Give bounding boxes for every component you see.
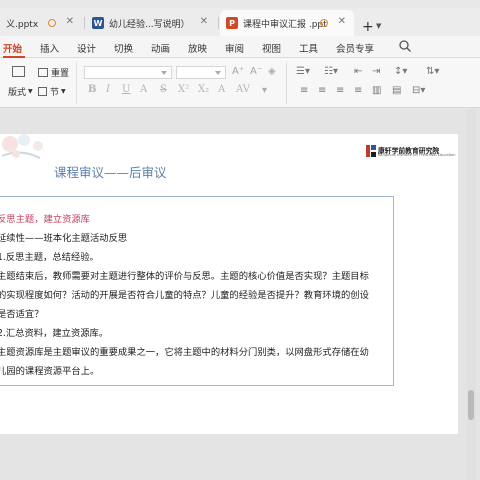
- heading-line: 反思主题，建立资源库: [0, 214, 90, 225]
- body-line: 2.汇总资料，建立资源库。: [0, 328, 109, 339]
- chevron-down-icon[interactable]: ▼: [376, 22, 381, 30]
- underline-icon[interactable]: U: [122, 84, 130, 95]
- body-line: 主题结束后，教师需要对主题进行整体的评价与反思。主题的核心价值是否实现？主题目标: [0, 271, 369, 282]
- ribbon-divider: [286, 62, 287, 104]
- document-tab-bar: 义.pptx ✕ W 幼儿经验...写说明） ✕ P 课程中审议汇报 .ppt …: [0, 8, 480, 36]
- tab-word-doc[interactable]: W 幼儿经验...写说明） ✕: [86, 10, 216, 36]
- reset-button[interactable]: 重置: [38, 66, 69, 79]
- tab-divider: [218, 17, 219, 29]
- close-tab-icon[interactable]: ✕: [338, 16, 346, 27]
- line-spacing-icon[interactable]: ↕▾: [394, 66, 407, 77]
- unsaved-dot-icon: [320, 19, 328, 27]
- chevron-down-icon: ▼: [28, 88, 33, 95]
- more-format-icon[interactable]: ▾: [262, 85, 267, 96]
- text-shadow-icon[interactable]: A: [218, 84, 225, 95]
- body-line: 儿园的课程资源平台上。: [0, 366, 100, 377]
- tab-label: 义.pptx: [6, 19, 39, 30]
- menu-member[interactable]: 会员专享: [336, 41, 374, 55]
- section-button[interactable]: 节 ▼: [38, 85, 66, 98]
- menu-insert[interactable]: 插入: [40, 41, 59, 55]
- bullet-list-icon[interactable]: ☰▾: [296, 66, 310, 77]
- columns-icon[interactable]: ▤: [392, 85, 401, 96]
- ribbon-divider: [76, 62, 77, 104]
- scrollbar-thumb[interactable]: [468, 390, 474, 420]
- increase-font-icon[interactable]: A⁺: [232, 66, 244, 77]
- tab-label: 课程中审议汇报 .ppt: [243, 19, 327, 30]
- vertical-align-icon[interactable]: ⊟▾: [412, 85, 425, 96]
- menu-slideshow[interactable]: 放映: [188, 41, 207, 55]
- align-left-icon[interactable]: ≡: [300, 85, 308, 96]
- layout-button[interactable]: 版式 ▼: [8, 85, 33, 98]
- reset-icon: [38, 68, 48, 77]
- layout-label: 版式: [8, 88, 27, 98]
- search-icon[interactable]: [398, 39, 412, 53]
- section-icon: [38, 87, 47, 96]
- font-color-icon[interactable]: A: [140, 84, 147, 95]
- presentation-icon: P: [226, 17, 238, 29]
- vertical-scrollbar[interactable]: [467, 109, 476, 480]
- tab-pptx-file[interactable]: 义.pptx ✕: [0, 10, 82, 36]
- body-line: 的实现程度如何？活动的开展是否符合儿童的特点？儿童的经验是否提升？教育环境的创设: [0, 290, 369, 301]
- indent-icon[interactable]: ⇥: [372, 66, 380, 77]
- menu-view[interactable]: 视图: [262, 41, 281, 55]
- section-label: 节: [50, 88, 60, 98]
- ribbon-toolbar: 重置 版式 ▼ 节 ▼ A⁺ A⁻ ◈ ▾ ☰▾ ☷▾ ⇤ ⇥ ↕▾ ⇅▾ ≡ ≡ …: [0, 58, 480, 108]
- content-text-box[interactable]: 反思主题，建立资源库 延续性——班本化主题活动反思 1.反思主题，总结经验。 主…: [0, 196, 394, 386]
- menu-start[interactable]: 开始: [3, 41, 22, 55]
- outdent-icon[interactable]: ⇤: [354, 66, 362, 77]
- menu-design[interactable]: 设计: [77, 41, 96, 55]
- distribute-icon[interactable]: ▥: [372, 85, 381, 96]
- align-right-icon[interactable]: ≡: [336, 85, 344, 96]
- body-line: 1.反思主题，总结经验。: [0, 252, 99, 263]
- logo-subtitle: Kangxuan Institute for Preschool Educati…: [378, 153, 456, 157]
- character-spacing-icon[interactable]: AV: [236, 84, 250, 95]
- tab-divider: [84, 17, 85, 29]
- menu-review[interactable]: 审阅: [225, 41, 244, 55]
- body-line: 是否适宜？: [0, 309, 44, 320]
- align-center-icon[interactable]: ≡: [318, 85, 326, 96]
- slide-canvas[interactable]: 课程审议——后审议 康轩学前教育研究院 Kangxuan Institute f…: [0, 134, 458, 434]
- bold-icon[interactable]: B: [88, 84, 96, 95]
- unsaved-dot-icon: [48, 19, 56, 27]
- numbered-list-icon[interactable]: ☷▾: [324, 66, 338, 77]
- tab-ppt-active[interactable]: P 课程中审议汇报 .ppt ✕: [220, 10, 354, 36]
- reset-label: 重置: [51, 69, 70, 79]
- layout-icon[interactable]: [12, 66, 25, 77]
- logo-mark-icon: [366, 145, 376, 157]
- justify-icon[interactable]: ≡: [354, 85, 362, 96]
- menu-animation[interactable]: 动画: [151, 41, 170, 55]
- decrease-font-icon[interactable]: A⁻: [250, 66, 262, 77]
- italic-icon[interactable]: I: [106, 84, 110, 95]
- tab-label: 幼儿经验...写说明）: [109, 19, 190, 30]
- word-icon: W: [92, 17, 104, 29]
- body-line: 主题资源库是主题审议的重要成果之一，它将主题中的材料分门别类，以网盘形式存储在幼: [0, 347, 369, 358]
- menu-bar: 开始 插入 设计 切换 动画 放映 审阅 视图 工具 会员专享: [0, 36, 480, 58]
- subscript-icon[interactable]: X₂: [198, 84, 209, 95]
- menu-tools[interactable]: 工具: [299, 41, 318, 55]
- clear-format-icon[interactable]: ◈: [268, 66, 276, 77]
- chevron-down-icon: ▼: [61, 88, 66, 95]
- screen: 义.pptx ✕ W 幼儿经验...写说明） ✕ P 课程中审议汇报 .ppt …: [0, 0, 480, 480]
- close-tab-icon[interactable]: ✕: [200, 16, 208, 27]
- slide-title: 课程审议——后审议: [54, 165, 167, 180]
- close-tab-icon[interactable]: ✕: [66, 16, 74, 27]
- superscript-icon[interactable]: X²: [178, 84, 189, 95]
- text-direction-icon[interactable]: ⇅▾: [426, 66, 439, 77]
- font-family-select[interactable]: [84, 66, 172, 79]
- new-tab-icon[interactable]: +: [362, 19, 374, 35]
- body-line: 延续性——班本化主题活动反思: [0, 233, 128, 244]
- menu-transition[interactable]: 切换: [114, 41, 133, 55]
- font-size-select[interactable]: [176, 66, 226, 79]
- strikethrough-icon[interactable]: S: [160, 84, 167, 95]
